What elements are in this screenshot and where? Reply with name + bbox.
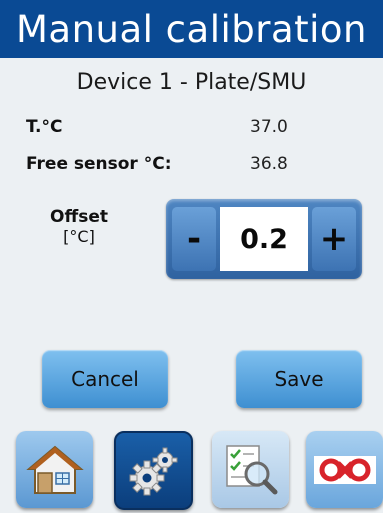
- increment-button[interactable]: +: [312, 207, 356, 271]
- temperature-value: 37.0: [250, 117, 288, 137]
- magnifier-checklist-icon: [225, 444, 277, 494]
- save-button[interactable]: Save: [236, 350, 362, 408]
- offset-title: Offset: [50, 207, 108, 227]
- decrement-button[interactable]: -: [172, 207, 216, 271]
- offset-unit: [°C]: [63, 227, 95, 246]
- nav-settings-button[interactable]: [114, 431, 193, 510]
- offset-value[interactable]: 0.2: [220, 207, 308, 271]
- free-sensor-value: 36.8: [250, 154, 288, 174]
- nav-logo-button[interactable]: [306, 431, 383, 508]
- nav-home-button[interactable]: [16, 431, 93, 508]
- device-name: Device 1 - Plate/SMU: [76, 70, 307, 95]
- title-bar: Manual calibration: [0, 0, 383, 58]
- free-sensor-label: Free sensor °C:: [26, 154, 172, 174]
- temperature-label: T.°C: [26, 117, 63, 137]
- page-title: Manual calibration: [15, 7, 368, 51]
- nav-review-button[interactable]: [212, 431, 289, 508]
- home-icon: [25, 445, 84, 494]
- logo-icon: [313, 455, 376, 484]
- gears-icon: [129, 447, 177, 495]
- offset-label: Offset [°C]: [42, 207, 116, 247]
- offset-stepper: - 0.2 +: [166, 199, 362, 279]
- cancel-button[interactable]: Cancel: [42, 350, 168, 408]
